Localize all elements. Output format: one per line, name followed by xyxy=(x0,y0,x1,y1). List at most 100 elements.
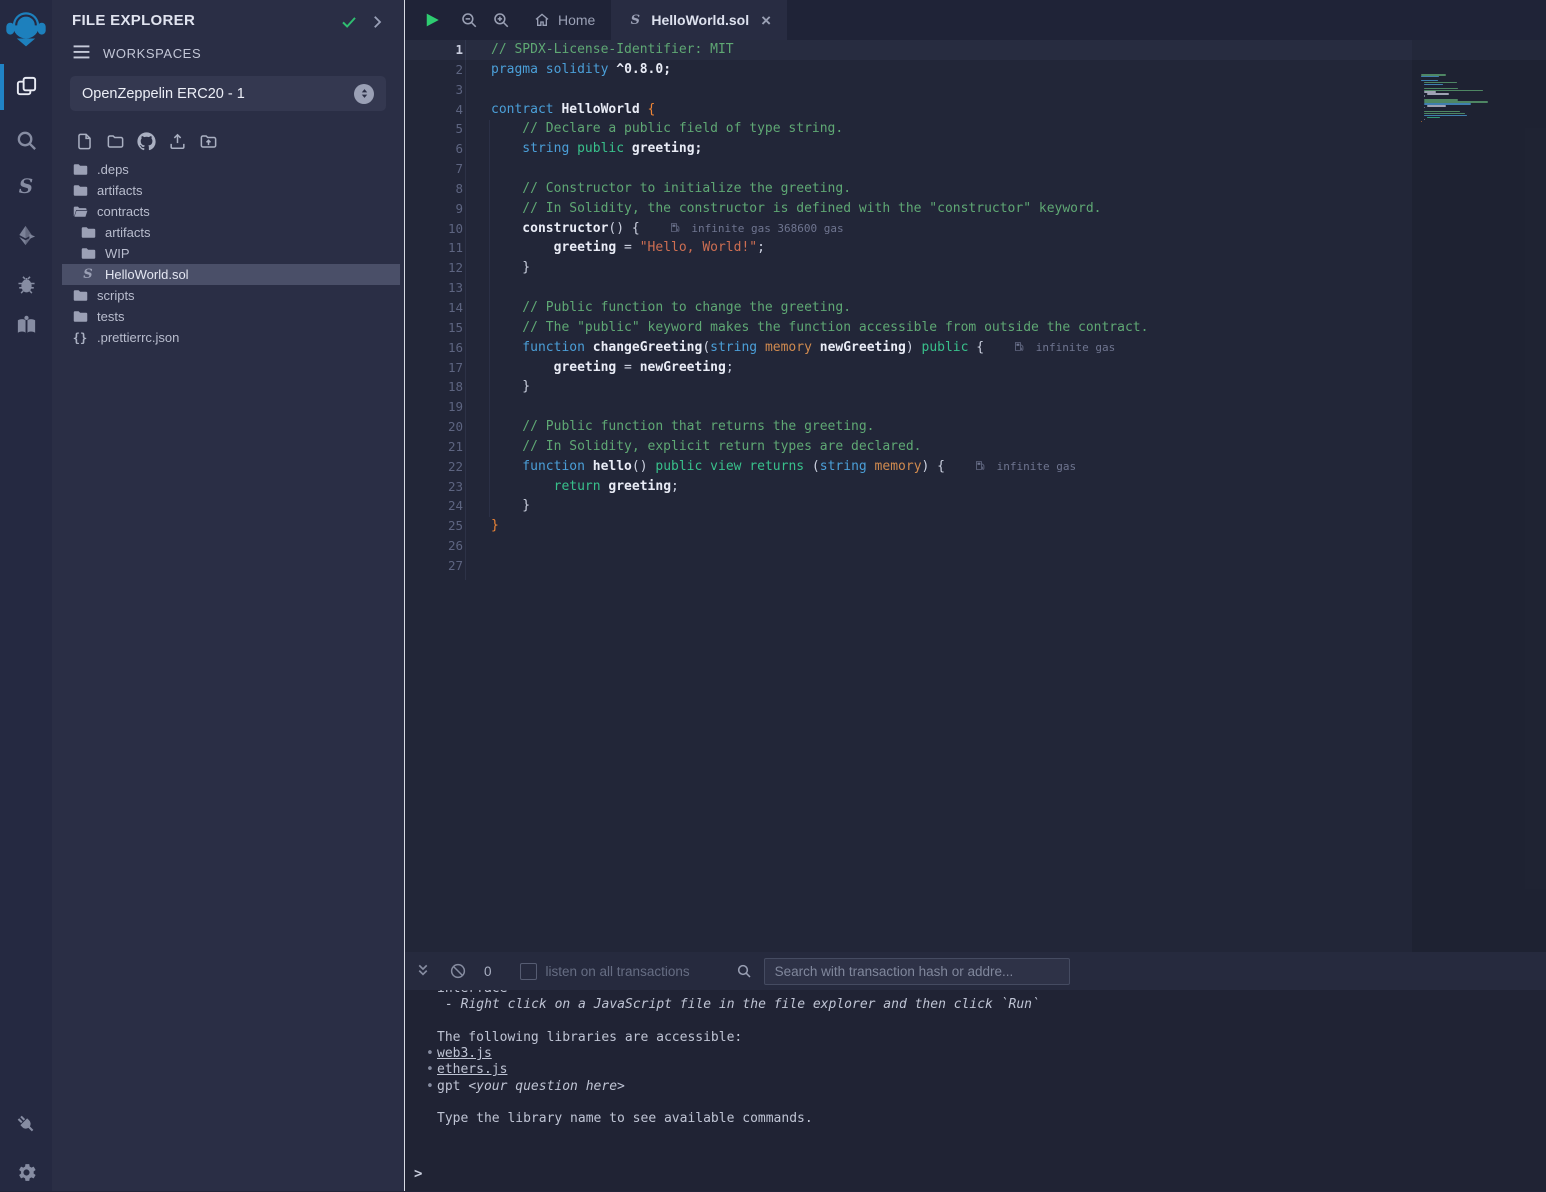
code-line-9: 9 // In Solidity, the constructor is def… xyxy=(405,199,1546,219)
line-number: 8 xyxy=(405,179,463,199)
code-area[interactable]: 1// SPDX-License-Identifier: MIT2pragma … xyxy=(405,40,1546,952)
code-line-27: 27 xyxy=(405,556,1546,576)
terminal-line: - Right click on a JavaScript file in th… xyxy=(437,997,1546,1013)
zoom-in-icon[interactable] xyxy=(492,11,510,29)
code-text: pragma solidity ^0.8.0; xyxy=(491,60,671,80)
line-number: 25 xyxy=(405,516,463,536)
minimap-line xyxy=(1424,88,1458,90)
workspace-ok-check-icon[interactable] xyxy=(340,13,358,31)
terminal-output[interactable]: interface- Right click on a JavaScript f… xyxy=(405,990,1546,1161)
code-line-23: 23 return greeting; xyxy=(405,477,1546,497)
minimap[interactable] xyxy=(1421,74,1513,126)
terminal-prompt[interactable]: > xyxy=(414,1166,422,1182)
tab-helloworld-sol[interactable]: SHelloWorld.sol× xyxy=(611,0,787,40)
clear-console-icon[interactable] xyxy=(449,962,467,980)
settings-gear-icon[interactable] xyxy=(0,1152,52,1192)
terminal-line: The following libraries are accessible: xyxy=(437,1030,1546,1046)
workspaces-label: WORKSPACES xyxy=(103,46,201,61)
code-line-14: 14 // Public function to change the gree… xyxy=(405,298,1546,318)
terminal-line: •gpt <your question here> xyxy=(437,1079,1546,1095)
file-explorer-panel: FILE EXPLORER WORKSPACES OpenZeppelin ER… xyxy=(52,0,404,1191)
terminal-toolbar: 0 listen on all transactions xyxy=(405,952,1546,990)
code-text: // Declare a public field of type string… xyxy=(491,119,843,139)
minimap-line xyxy=(1421,121,1422,123)
listen-transactions-checkbox[interactable] xyxy=(520,963,537,980)
terminal-link-ethers.js[interactable]: ethers.js xyxy=(437,1062,507,1077)
line-number: 4 xyxy=(405,100,463,120)
tab-home[interactable]: Home xyxy=(518,0,611,40)
code-line-8: 8 // Constructor to initialize the greet… xyxy=(405,179,1546,199)
line-number: 14 xyxy=(405,298,463,318)
tab-close-icon[interactable]: × xyxy=(761,12,771,29)
line-number: 2 xyxy=(405,60,463,80)
code-line-7: 7 xyxy=(405,159,1546,179)
tree-item-scripts[interactable]: scripts xyxy=(52,285,404,306)
solidity-icon: S xyxy=(627,12,643,28)
terminal-line: Type the library name to see available c… xyxy=(437,1111,1546,1127)
code-line-3: 3 xyxy=(405,80,1546,100)
code-line-17: 17 greeting = newGreeting; xyxy=(405,358,1546,378)
code-text: // Public function that returns the gree… xyxy=(491,417,875,437)
code-text: } xyxy=(491,496,530,516)
listen-transactions-label: listen on all transactions xyxy=(546,964,690,979)
search-icon[interactable] xyxy=(0,120,52,160)
minimap-line xyxy=(1427,117,1440,119)
folder-icon xyxy=(80,225,96,241)
editor-topbar: Home SHelloWorld.sol× xyxy=(405,0,1546,40)
zoom-out-icon[interactable] xyxy=(460,11,478,29)
minimap-line xyxy=(1424,107,1425,109)
terminal-line xyxy=(437,1014,1546,1030)
folder-icon xyxy=(72,309,88,325)
code-lines: 1// SPDX-License-Identifier: MIT2pragma … xyxy=(405,40,1546,576)
tree-item-WIP[interactable]: WIP xyxy=(52,243,404,264)
run-play-icon[interactable] xyxy=(423,11,441,29)
code-line-12: 12 } xyxy=(405,258,1546,278)
tab-label: Home xyxy=(558,12,595,28)
code-line-15: 15 // The "public" keyword makes the fun… xyxy=(405,318,1546,338)
tree-item-label: .prettierrc.json xyxy=(97,330,179,345)
terminal-search-input[interactable] xyxy=(764,958,1070,985)
code-line-22: 22 function hello() public view returns … xyxy=(405,457,1546,477)
line-number: 22 xyxy=(405,457,463,477)
upload-file-icon[interactable] xyxy=(165,129,189,153)
tree-item-HelloWorld.sol[interactable]: SHelloWorld.sol xyxy=(52,264,404,285)
debugger-icon[interactable] xyxy=(0,263,52,303)
line-number: 12 xyxy=(405,258,463,278)
tree-item-contracts[interactable]: contracts xyxy=(52,201,404,222)
tree-item-tests[interactable]: tests xyxy=(52,306,404,327)
minimap-line xyxy=(1424,95,1425,97)
folder-icon xyxy=(72,162,88,178)
workspaces-menu-icon[interactable] xyxy=(72,44,91,61)
workspace-caret-icon[interactable] xyxy=(354,84,374,104)
new-file-icon[interactable] xyxy=(72,129,96,153)
panel-expand-chevron-icon[interactable] xyxy=(368,13,386,31)
new-folder-icon[interactable] xyxy=(103,129,127,153)
tree-item-artifacts[interactable]: artifacts xyxy=(52,222,404,243)
upload-folder-icon[interactable] xyxy=(196,129,220,153)
github-clone-icon[interactable] xyxy=(134,129,158,153)
terminal-expand-icon[interactable] xyxy=(414,962,432,980)
solidity-compiler-icon[interactable]: S xyxy=(0,166,52,206)
deploy-run-icon[interactable] xyxy=(0,215,52,255)
plugin-manager-icon[interactable] xyxy=(0,1104,52,1144)
code-text: function changeGreeting(string memory ne… xyxy=(491,338,1115,358)
panel-divider[interactable] xyxy=(404,0,405,1191)
code-text: // In Solidity, explicit return types ar… xyxy=(491,437,921,457)
file-actions-toolbar xyxy=(72,129,220,153)
file-explorer-icon[interactable] xyxy=(0,66,52,106)
tree-item-.deps[interactable]: .deps xyxy=(52,159,404,180)
tree-item-.prettierrc.json[interactable]: {}.prettierrc.json xyxy=(52,327,404,348)
minimap-line xyxy=(1427,105,1445,107)
code-line-25: 25} xyxy=(405,516,1546,536)
tree-item-label: contracts xyxy=(97,204,150,219)
line-number: 5 xyxy=(405,119,463,139)
terminal-link-web3.js[interactable]: web3.js xyxy=(437,1046,492,1061)
workspace-select[interactable]: OpenZeppelin ERC20 - 1 xyxy=(70,76,386,111)
tree-item-artifacts[interactable]: artifacts xyxy=(52,180,404,201)
gas-estimate-annotation: infinite gas xyxy=(975,460,1076,473)
home-icon xyxy=(534,12,550,28)
line-number: 15 xyxy=(405,318,463,338)
line-number: 18 xyxy=(405,377,463,397)
learneth-icon[interactable] xyxy=(0,305,52,345)
code-text: constructor() { infinite gas 368600 gas xyxy=(491,219,844,239)
